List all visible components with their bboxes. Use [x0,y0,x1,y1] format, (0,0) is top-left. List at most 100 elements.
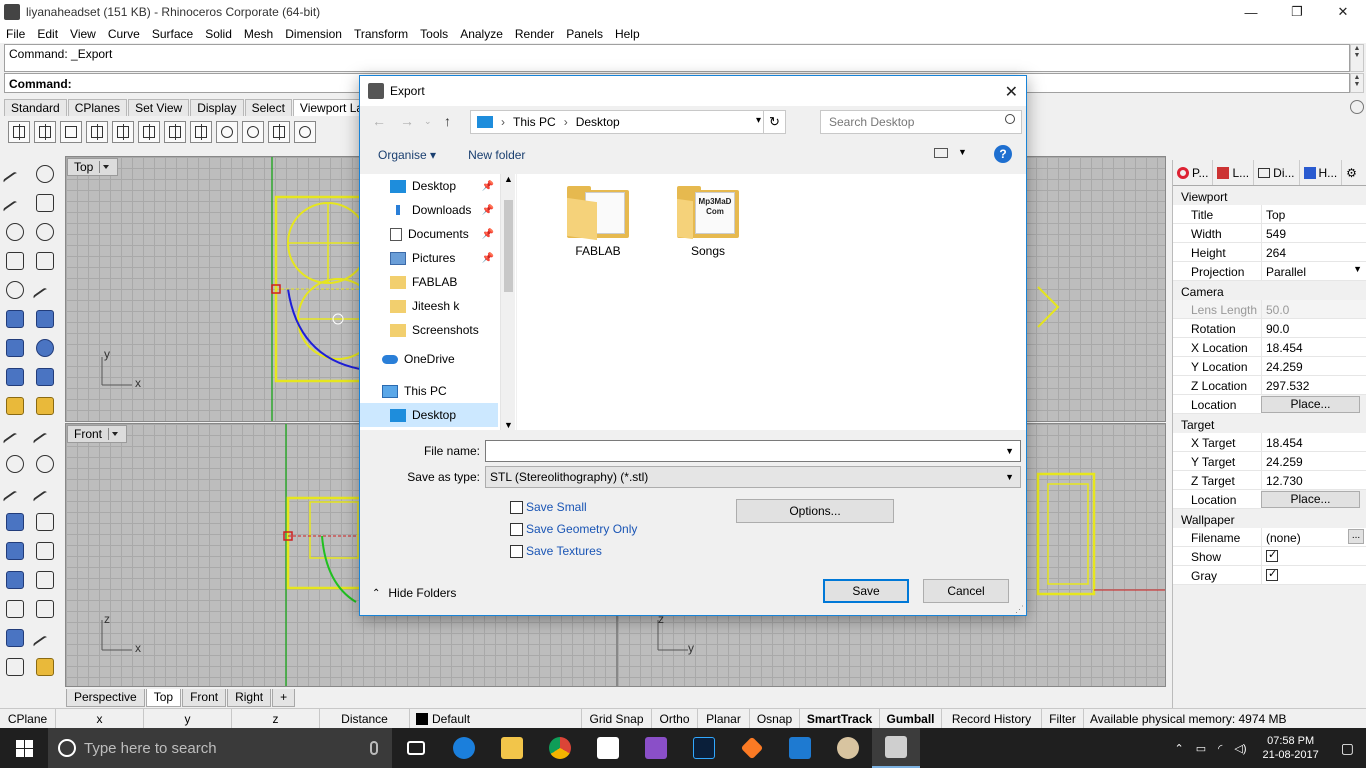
back-arrow-icon[interactable]: ← [372,113,386,129]
prop-width-value[interactable]: 549 [1261,224,1366,243]
prop-zloc-value[interactable]: 297.532 [1261,376,1366,395]
panel-gear-icon[interactable]: ⚙ [1342,160,1361,185]
taskbar-search[interactable]: Type here to search [48,728,392,768]
explode-icon[interactable] [33,394,57,418]
chevron-down-icon[interactable] [108,428,120,440]
notifications-icon[interactable]: ▢ [1329,740,1366,757]
menu-view[interactable]: View [64,27,102,41]
flow-along-surface-icon[interactable] [3,626,27,650]
save-small-checkbox[interactable] [510,500,523,514]
forward-arrow-icon[interactable]: → [400,113,414,129]
mirror-icon[interactable] [33,539,57,563]
tab-top[interactable]: Top [145,689,182,707]
menu-mesh[interactable]: Mesh [238,27,279,41]
photoshop-icon[interactable] [680,728,728,768]
scroll-down-icon[interactable]: ▼ [504,420,513,430]
breadcrumb-desktop[interactable]: Desktop [576,115,620,129]
split-vertical-icon[interactable] [138,121,160,143]
scale-icon[interactable] [33,481,57,505]
tab-set-view[interactable]: Set View [128,99,190,116]
status-layer[interactable]: Default [410,708,582,729]
prop-projection-select[interactable]: Parallel ▼ [1261,262,1366,281]
status-smarttrack[interactable]: SmartTrack [800,708,880,729]
menu-panels[interactable]: Panels [560,27,609,41]
nav-item-fablab[interactable]: FABLAB [360,270,498,294]
rotate-icon[interactable] [3,481,27,505]
chevron-down-icon[interactable] [99,161,111,173]
gray-checkbox[interactable] [1266,567,1278,581]
nav-item-this-pc[interactable]: This PC [360,379,498,403]
material-icon[interactable] [33,655,57,679]
status-planar[interactable]: Planar [698,708,750,729]
menu-curve[interactable]: Curve [102,27,146,41]
tab-display[interactable]: Di... [1254,160,1300,185]
save-textures-checkbox[interactable] [510,544,523,558]
nav-item-documents[interactable]: Documents 📌 [360,222,498,246]
nav-item-jiteesh[interactable]: Jiteesh k [360,294,498,318]
file-name-dropdown-icon[interactable]: ▼ [1005,446,1014,456]
menu-file[interactable]: File [0,27,31,41]
nav-item-downloads[interactable]: Downloads 📌 [360,198,498,222]
tab-standard[interactable]: Standard [4,99,67,116]
surface-from-points-icon[interactable] [3,307,27,331]
tab-help[interactable]: H... [1300,160,1343,185]
three-viewports-icon[interactable] [34,121,56,143]
visual-studio-icon[interactable] [632,728,680,768]
box-solid-icon[interactable] [3,336,27,360]
command-history-scrollbar[interactable]: ▲ ▼ [1350,44,1364,72]
cancel-button[interactable]: Cancel [923,579,1009,603]
circle-icon[interactable] [3,220,27,244]
array-grid-icon[interactable] [3,597,27,621]
battery-icon[interactable]: ▭ [1190,742,1212,755]
extrude-surface-icon[interactable] [33,307,57,331]
scroll-up-icon[interactable]: ▲ [504,174,513,184]
tab-perspective[interactable]: Perspective [66,689,145,707]
prop-xloc-value[interactable]: 18.454 [1261,338,1366,357]
mesh-plane-icon[interactable] [33,365,57,389]
zoom-2d-icon[interactable] [242,121,264,143]
menu-help[interactable]: Help [609,27,646,41]
nav-item-desktop[interactable]: Desktop 📌 [360,174,498,198]
grid-options-icon[interactable] [190,121,212,143]
recent-locations-chevron-icon[interactable]: ⌄ [424,116,432,127]
status-osnap[interactable]: Osnap [750,708,800,729]
nav-item-onedrive[interactable]: OneDrive [360,347,498,371]
polygon-icon[interactable] [3,278,27,302]
close-window-button[interactable]: ✕ [1320,0,1366,24]
save-small-option[interactable]: Save Small [510,500,587,514]
ellipse-icon[interactable] [294,121,316,143]
status-gumball[interactable]: Gumball [880,708,942,729]
show-checkbox[interactable] [1266,548,1278,562]
command-prompt-scrollbar[interactable]: ▲ ▼ [1350,73,1364,93]
menu-analyze[interactable]: Analyze [454,27,509,41]
boolean-union-icon[interactable] [3,394,27,418]
tab-cplanes[interactable]: CPlanes [67,99,128,116]
resize-grip-icon[interactable]: ⋰ [1015,604,1024,615]
tab-display[interactable]: Display [190,99,244,116]
status-record-history[interactable]: Record History [942,708,1042,729]
nav-item-desktop-selected[interactable]: Desktop [360,403,498,427]
save-geometry-only-checkbox[interactable] [510,522,523,536]
tab-right[interactable]: Right [227,689,272,707]
file-name-input[interactable]: ▼ [485,440,1021,462]
menu-transform[interactable]: Transform [348,27,414,41]
viewport-top-label[interactable]: Top [67,158,119,176]
status-ortho[interactable]: Ortho [652,708,698,729]
ungroup-icon[interactable] [33,452,57,476]
menu-solid[interactable]: Solid [199,27,238,41]
viewport-grid-icon[interactable] [268,121,290,143]
chrome-icon[interactable] [536,728,584,768]
folder-fablab[interactable]: FABLAB [553,174,643,258]
text-icon[interactable] [3,510,27,534]
arc-icon[interactable] [3,249,27,273]
minimize-button[interactable]: — [1228,0,1274,24]
nav-item-pictures[interactable]: Pictures 📌 [360,246,498,270]
prop-title-value[interactable]: Top [1261,205,1366,224]
dialog-close-icon[interactable]: ✕ [1005,82,1018,102]
prop-yloc-value[interactable]: 24.259 [1261,357,1366,376]
microphone-icon[interactable] [370,741,378,755]
rectangle-icon[interactable] [33,249,57,273]
view-mode-icon[interactable] [934,148,948,158]
save-as-type-select[interactable]: STL (Stereolithography) (*.stl) ▼ [485,466,1021,488]
save-textures-option[interactable]: Save Textures [510,544,602,558]
